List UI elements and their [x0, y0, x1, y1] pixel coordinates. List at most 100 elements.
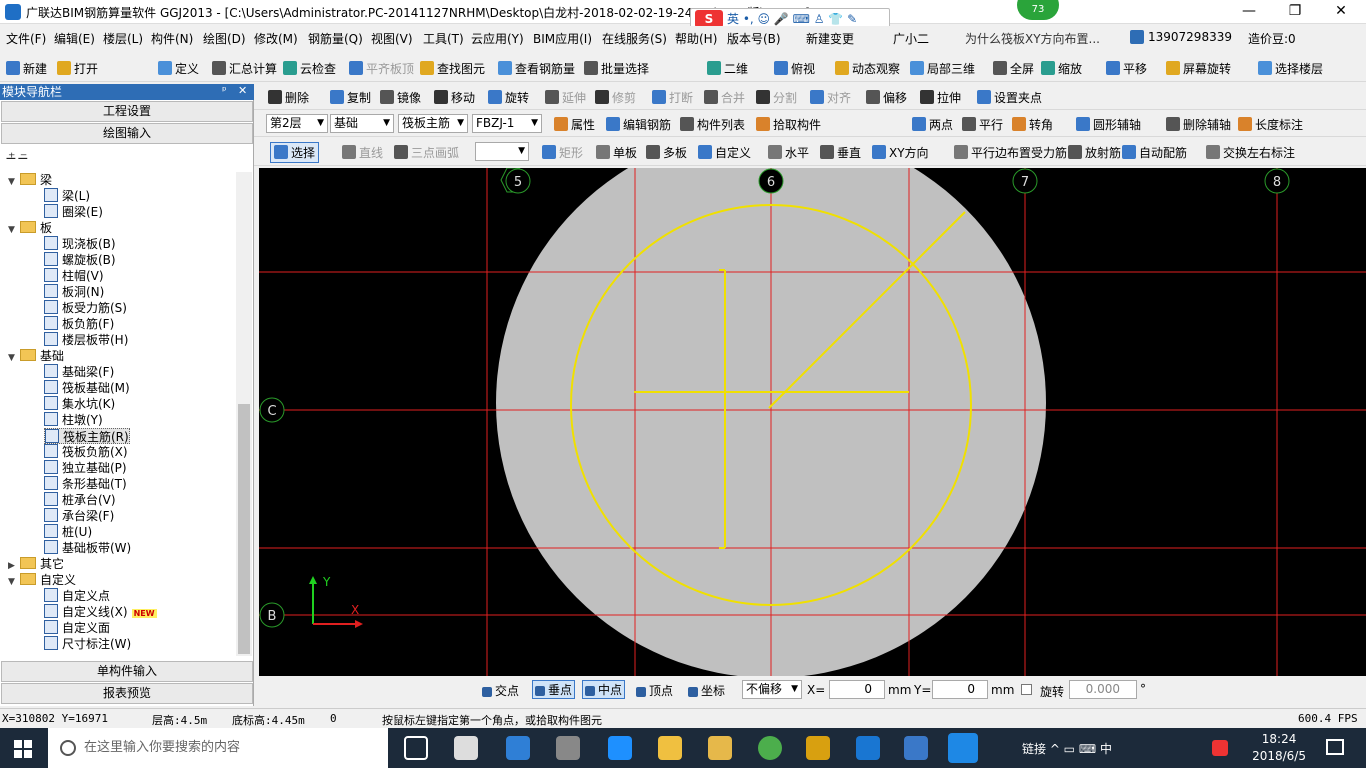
tree-item[interactable]: 梁(L): [44, 188, 90, 204]
minimize-button[interactable]: —: [1226, 0, 1272, 24]
toolbar-button[interactable]: 分割: [756, 89, 797, 106]
toolbar-button[interactable]: 缩放: [1041, 60, 1082, 77]
explorer-icon[interactable]: [708, 736, 732, 760]
toolbar-button[interactable]: 选择: [270, 142, 320, 163]
toolbar-button[interactable]: 删除: [268, 89, 309, 106]
toolbar-button[interactable]: 平齐板顶: [349, 60, 414, 77]
toolbar-button[interactable]: 三点画弧: [394, 144, 459, 161]
toolbar-button[interactable]: XY方向: [872, 144, 929, 161]
tree-item[interactable]: 板负筋(F): [44, 316, 114, 332]
tree-item[interactable]: 桩承台(V): [44, 492, 116, 508]
edge-icon[interactable]: [506, 736, 530, 760]
rotate-checkbox[interactable]: [1021, 684, 1032, 695]
pin-icon[interactable]: ᵖ: [222, 84, 227, 97]
notification-center-icon[interactable]: [1326, 739, 1344, 755]
app-icon[interactable]: [454, 736, 478, 760]
glodon-icon[interactable]: [856, 736, 880, 760]
toolbar-button[interactable]: 选择楼层: [1258, 60, 1323, 77]
menu-item[interactable]: 文件(F): [6, 30, 46, 47]
maximize-button[interactable]: ❐: [1272, 0, 1318, 24]
toolbar-button[interactable]: 放射筋: [1068, 144, 1121, 161]
rotate-input[interactable]: 0.000: [1069, 680, 1137, 699]
tree-item[interactable]: 独立基础(P): [44, 460, 127, 476]
tree-item[interactable]: 筏板负筋(X): [44, 444, 128, 460]
menu-item[interactable]: 在线服务(S): [602, 30, 667, 47]
user-account[interactable]: 13907298339: [1148, 30, 1232, 44]
toolbar-button[interactable]: 定义: [158, 60, 199, 77]
menu-item[interactable]: 云应用(Y): [471, 30, 524, 47]
toolbar-button[interactable]: 偏移: [866, 89, 907, 106]
menu-item[interactable]: 帮助(H): [675, 30, 717, 47]
expand-toggle-icon[interactable]: ▼: [8, 174, 18, 190]
menu-item[interactable]: BIM应用(I): [533, 30, 592, 47]
taskbar-clock[interactable]: 18:24 2018/6/5: [1252, 731, 1306, 765]
toolbar-button[interactable]: 水平: [768, 144, 809, 161]
tree-item[interactable]: 筏板主筋(R): [44, 428, 130, 444]
expand-toggle-icon[interactable]: ▼: [8, 350, 18, 366]
member-select[interactable]: FBZJ-1 ▼: [472, 114, 542, 133]
y-input[interactable]: 0: [932, 680, 988, 699]
toolbar-button[interactable]: 垂直: [820, 144, 861, 161]
tree-folder[interactable]: ▼ 梁: [8, 172, 52, 188]
x-input[interactable]: 0: [829, 680, 885, 699]
menu-item[interactable]: 钢筋量(Q): [308, 30, 363, 47]
tree-item[interactable]: 自定义面: [44, 620, 110, 636]
toolbar-button[interactable]: 编辑钢筋: [606, 116, 671, 133]
menu-item[interactable]: 楼层(L): [103, 30, 143, 47]
tree-item[interactable]: 现浇板(B): [44, 236, 116, 252]
tree-item[interactable]: 基础梁(F): [44, 364, 114, 380]
tree-item[interactable]: 条形基础(T): [44, 476, 127, 492]
canvas-svg[interactable]: 5 6 7 8 C B Y X: [259, 168, 1366, 676]
toolbar-button[interactable]: 自定义: [698, 144, 751, 161]
toolbar-button[interactable]: 长度标注: [1238, 116, 1303, 133]
menu-item[interactable]: 编辑(E): [54, 30, 95, 47]
tree-item[interactable]: 圈梁(E): [44, 204, 103, 220]
toolbar-button[interactable]: 构件列表: [680, 116, 745, 133]
coin-balance[interactable]: 造价豆:0: [1248, 30, 1296, 47]
menu-item[interactable]: 新建变更: [806, 30, 854, 47]
app-icon[interactable]: [806, 736, 830, 760]
toolbar-button[interactable]: 旋转: [488, 89, 529, 106]
expand-toggle-icon[interactable]: ▼: [8, 222, 18, 238]
tree-item[interactable]: 自定义线(X) NEW: [44, 604, 157, 620]
toolbar-button[interactable]: 平行: [962, 116, 1003, 133]
app-icon[interactable]: [904, 736, 928, 760]
menu-item[interactable]: 修改(M): [254, 30, 298, 47]
taskbar-search-input[interactable]: 在这里输入你要搜索的内容: [48, 728, 388, 768]
toolbar-button[interactable]: 两点: [912, 116, 953, 133]
menu-item[interactable]: 版本号(B): [727, 30, 781, 47]
toolbar-button[interactable]: 转角: [1012, 116, 1053, 133]
toolbar-button[interactable]: 平移: [1106, 60, 1147, 77]
toolbar-button[interactable]: 新建: [6, 60, 47, 77]
snap-toggle[interactable]: 顶点: [636, 682, 673, 699]
tree-item[interactable]: 板洞(N): [44, 284, 104, 300]
category-select[interactable]: 基础 ▼: [330, 114, 394, 133]
app-icon[interactable]: [556, 736, 580, 760]
toolbar-button[interactable]: 圆形辅轴: [1076, 116, 1141, 133]
close-button[interactable]: ✕: [1318, 0, 1364, 24]
project-settings-button[interactable]: 工程设置: [1, 101, 253, 122]
toolbar-button[interactable]: 屏幕旋转: [1166, 60, 1231, 77]
toolbar-button[interactable]: 拉伸: [920, 89, 961, 106]
report-preview-button[interactable]: 报表预览: [1, 683, 253, 704]
menu-item[interactable]: 绘图(D): [203, 30, 246, 47]
snap-toggle[interactable]: 垂点: [532, 680, 576, 699]
floor-select[interactable]: 第2层 ▼: [266, 114, 328, 133]
tree-item[interactable]: 板受力筋(S): [44, 300, 127, 316]
tree-scrollbar[interactable]: [236, 172, 252, 656]
toolbar-button[interactable]: 修剪: [595, 89, 636, 106]
toolbar-button[interactable]: 批量选择: [584, 60, 649, 77]
ggj-active-icon[interactable]: [948, 733, 978, 763]
expand-all-icon[interactable]: ⁺̶ ⁻̶: [8, 150, 27, 166]
app-icon[interactable]: [758, 736, 782, 760]
scroll-thumb[interactable]: [238, 404, 250, 654]
toolbar-button[interactable]: 自动配筋: [1122, 144, 1187, 161]
toolbar-button[interactable]: 打断: [652, 89, 693, 106]
toolbar-button[interactable]: 局部三维: [910, 60, 975, 77]
toolbar-button[interactable]: 镜像: [380, 89, 421, 106]
notification-badge[interactable]: 73: [1017, 0, 1059, 20]
toolbar-button[interactable]: 直线: [342, 144, 383, 161]
toolbar-button[interactable]: 复制: [330, 89, 371, 106]
nav-close-icon[interactable]: ✕: [238, 84, 247, 97]
tree-folder[interactable]: ▼ 自定义: [8, 572, 76, 588]
